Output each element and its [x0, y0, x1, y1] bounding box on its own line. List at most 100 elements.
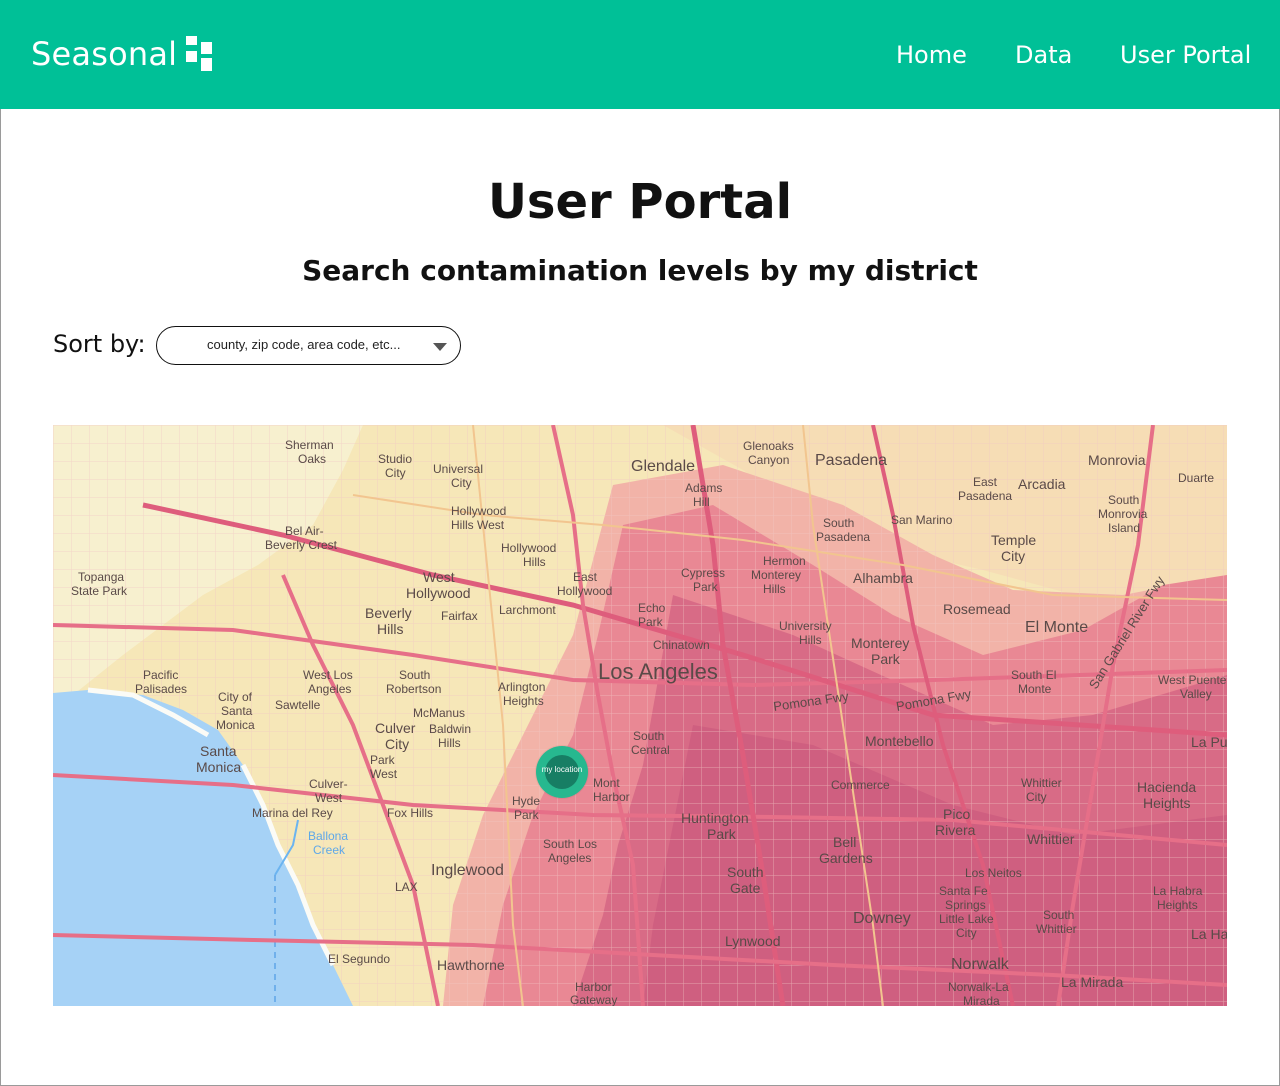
svg-text:Mont: Mont: [593, 776, 620, 790]
svg-text:Culver: Culver: [375, 720, 416, 736]
svg-text:West: West: [370, 767, 398, 781]
svg-text:Temple: Temple: [991, 532, 1036, 548]
svg-text:Gate: Gate: [730, 880, 761, 896]
nav-home[interactable]: Home: [896, 38, 967, 72]
svg-text:City of: City of: [218, 690, 253, 704]
svg-text:Creek: Creek: [313, 843, 346, 857]
svg-text:Los Angeles: Los Angeles: [598, 659, 718, 684]
svg-text:Lynwood: Lynwood: [725, 933, 781, 949]
brand-logo[interactable]: Seasonal: [31, 34, 213, 74]
svg-text:Monte: Monte: [1018, 682, 1052, 696]
svg-text:Whittier: Whittier: [1036, 922, 1077, 936]
svg-text:Hollywood: Hollywood: [451, 504, 506, 518]
svg-text:Hacienda: Hacienda: [1137, 779, 1196, 795]
svg-text:Mirada: Mirada: [963, 994, 1000, 1006]
svg-text:Pico: Pico: [943, 806, 970, 822]
svg-text:Hollywood: Hollywood: [557, 584, 612, 598]
svg-text:Angeles: Angeles: [548, 851, 591, 865]
svg-text:Santa: Santa: [200, 743, 237, 759]
svg-text:Bell: Bell: [833, 834, 856, 850]
svg-text:Whittier: Whittier: [1027, 831, 1075, 847]
svg-text:Monterey: Monterey: [851, 635, 909, 651]
svg-text:La Mirada: La Mirada: [1061, 974, 1123, 990]
svg-text:Bel Air-: Bel Air-: [285, 524, 324, 538]
svg-text:Hills: Hills: [438, 736, 461, 750]
svg-text:South: South: [727, 864, 764, 880]
nav-user-portal[interactable]: User Portal: [1120, 38, 1251, 72]
svg-text:Alhambra: Alhambra: [853, 570, 913, 586]
svg-text:La Habra: La Habra: [1153, 884, 1203, 898]
svg-text:South Los: South Los: [543, 837, 597, 851]
svg-text:South: South: [633, 729, 664, 743]
svg-text:Fox Hills: Fox Hills: [387, 806, 433, 820]
svg-text:Hills: Hills: [377, 621, 403, 637]
svg-text:Springs: Springs: [945, 898, 986, 912]
svg-text:Pasadena: Pasadena: [816, 530, 870, 544]
svg-text:Park: Park: [707, 826, 737, 842]
contamination-map[interactable]: Sherman Oaks Studio City Universal City Gle…: [53, 425, 1227, 1006]
svg-text:Monrovia: Monrovia: [1098, 507, 1148, 521]
svg-text:South: South: [1043, 908, 1074, 922]
svg-text:Norwalk-La: Norwalk-La: [948, 980, 1009, 994]
sort-by-select[interactable]: county, zip code, area code, etc...: [156, 326, 461, 365]
svg-text:Park: Park: [871, 651, 901, 667]
svg-text:West: West: [315, 791, 343, 805]
svg-text:Culver-: Culver-: [309, 777, 348, 791]
page-subtitle: Search contamination levels by my distri…: [302, 254, 978, 287]
svg-text:Heights: Heights: [1143, 795, 1190, 811]
svg-text:Canyon: Canyon: [748, 453, 789, 467]
svg-text:Cypress: Cypress: [681, 566, 725, 580]
svg-text:Marina del Rey: Marina del Rey: [252, 806, 333, 820]
svg-text:West Los: West Los: [303, 668, 353, 682]
nav-data[interactable]: Data: [1015, 38, 1072, 72]
svg-text:East: East: [973, 475, 998, 489]
svg-text:Gardens: Gardens: [819, 850, 873, 866]
svg-text:Little Lake: Little Lake: [939, 912, 994, 926]
svg-text:Heights: Heights: [503, 694, 544, 708]
svg-text:City: City: [956, 926, 977, 940]
svg-text:Santa: Santa: [221, 704, 253, 718]
brand-name: Seasonal: [31, 35, 178, 73]
svg-text:Beverly Crest: Beverly Crest: [265, 538, 338, 552]
page-title: User Portal: [487, 174, 793, 230]
svg-text:Inglewood: Inglewood: [431, 862, 504, 879]
svg-text:University: University: [779, 619, 832, 633]
svg-text:Hermon: Hermon: [763, 554, 806, 568]
svg-text:Hawthorne: Hawthorne: [437, 957, 505, 973]
svg-text:Arlington: Arlington: [498, 680, 545, 694]
my-location-pin[interactable]: my location: [536, 746, 588, 798]
svg-text:Huntington: Huntington: [681, 810, 749, 826]
svg-text:Monterey: Monterey: [751, 568, 801, 582]
svg-text:Baldwin: Baldwin: [429, 722, 471, 736]
svg-text:Studio: Studio: [378, 452, 412, 466]
map-canvas: ShermanOaks StudioCity UniversalCity Gle…: [53, 425, 1227, 1006]
svg-text:City: City: [1026, 790, 1047, 804]
svg-text:Topanga: Topanga: [78, 570, 124, 584]
svg-text:La Puen: La Puen: [1191, 734, 1227, 750]
svg-text:Whittier: Whittier: [1021, 776, 1062, 790]
svg-text:City: City: [385, 466, 406, 480]
svg-text:Montebello: Montebello: [865, 733, 934, 749]
svg-text:Hollywood: Hollywood: [406, 585, 471, 601]
svg-text:Hill: Hill: [693, 495, 710, 509]
svg-text:Norwalk: Norwalk: [951, 956, 1010, 973]
svg-text:Oaks: Oaks: [298, 452, 326, 466]
svg-text:Monica: Monica: [216, 718, 255, 732]
svg-text:Commerce: Commerce: [831, 778, 890, 792]
svg-text:Palisades: Palisades: [135, 682, 187, 696]
svg-text:Hills: Hills: [799, 633, 822, 647]
svg-text:West: West: [423, 569, 455, 585]
svg-text:Adams: Adams: [685, 481, 722, 495]
svg-text:Ballona: Ballona: [308, 829, 348, 843]
chevron-down-icon: [433, 343, 447, 351]
svg-text:Sherman: Sherman: [285, 438, 334, 452]
svg-text:Echo: Echo: [638, 601, 666, 615]
svg-text:Monica: Monica: [196, 759, 241, 775]
svg-text:McManus: McManus: [413, 706, 465, 720]
svg-text:Park: Park: [693, 580, 719, 594]
svg-text:Pasadena: Pasadena: [815, 452, 887, 469]
svg-text:Hills West: Hills West: [451, 518, 505, 532]
sort-by-label: Sort by:: [53, 330, 146, 358]
svg-text:Hills: Hills: [523, 555, 546, 569]
svg-text:Monrovia: Monrovia: [1088, 452, 1146, 468]
